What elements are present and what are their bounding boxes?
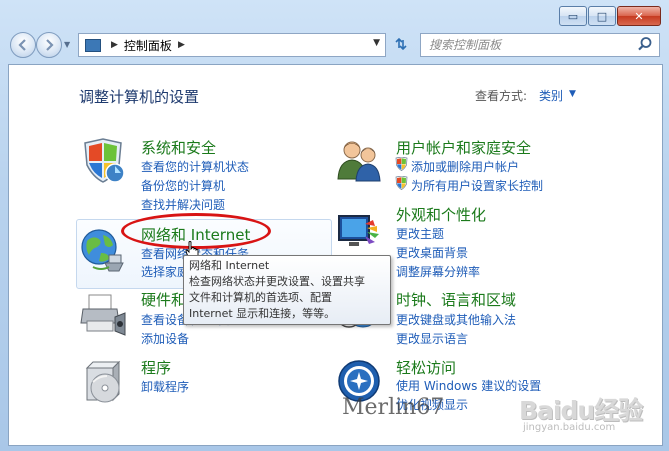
link-change-keyboard[interactable]: 更改键盘或其他输入法 bbox=[396, 311, 516, 328]
category-title-appearance[interactable]: 外观和个性化 bbox=[396, 204, 486, 225]
maximize-button[interactable]: □ bbox=[588, 6, 616, 26]
tooltip-line: 检查网络状态并更改设置、设置共享 bbox=[189, 275, 365, 288]
refresh-icon bbox=[395, 37, 407, 51]
minimize-button[interactable]: ▭ bbox=[559, 6, 587, 26]
search-icon[interactable] bbox=[637, 36, 653, 52]
refresh-button[interactable] bbox=[390, 34, 412, 54]
category-title-programs[interactable]: 程序 bbox=[141, 357, 171, 378]
monitor-palette-icon bbox=[338, 215, 379, 246]
programs-disc-icon bbox=[85, 360, 121, 403]
link-parental-controls[interactable]: 为所有用户设置家长控制 bbox=[411, 177, 543, 194]
link-change-theme[interactable]: 更改主题 bbox=[396, 225, 444, 242]
address-dropdown-icon[interactable]: ▼ bbox=[373, 38, 380, 48]
control-panel-window: ▭ □ ✕ ▼ ▶ 控制面板 ▶ ▼ 搜索控制面板 调整计算机的设置 查看方式:… bbox=[0, 0, 669, 451]
recent-pages-dropdown-icon[interactable]: ▼ bbox=[64, 40, 70, 49]
content-pane: 调整计算机的设置 查看方式: 类别 ▼ 系统和安全 查看您的计算机状态 备份您的… bbox=[8, 64, 663, 446]
caption-buttons: ▭ □ ✕ bbox=[559, 6, 661, 26]
arrow-right-icon bbox=[46, 39, 54, 51]
navigation-bar: ▼ ▶ 控制面板 ▶ ▼ bbox=[8, 30, 661, 58]
link-change-desktop-background[interactable]: 更改桌面背景 bbox=[396, 244, 468, 261]
forward-button[interactable] bbox=[36, 32, 62, 58]
chevron-down-icon[interactable]: ▼ bbox=[569, 89, 576, 99]
category-title-system-security[interactable]: 系统和安全 bbox=[141, 137, 216, 158]
uac-shield-icon bbox=[395, 175, 408, 193]
tooltip-line: 文件和计算机的首选项、配置 bbox=[189, 291, 332, 304]
maximize-icon: □ bbox=[596, 9, 608, 23]
close-icon: ✕ bbox=[634, 9, 644, 23]
link-change-display-language[interactable]: 更改显示语言 bbox=[396, 330, 468, 347]
category-title-clock-language-region[interactable]: 时钟、语言和区域 bbox=[396, 289, 516, 310]
link-view-computer-status[interactable]: 查看您的计算机状态 bbox=[141, 158, 249, 175]
baidu-url: jingyan.baidu.com bbox=[523, 422, 616, 433]
link-uninstall-program[interactable]: 卸载程序 bbox=[141, 378, 189, 395]
shield-icon bbox=[84, 138, 125, 183]
address-bar[interactable]: ▶ 控制面板 ▶ ▼ bbox=[78, 33, 386, 57]
tooltip-network-internet: 网络和 Internet 检查网络状态并更改设置、设置共享 文件和计算机的首选项… bbox=[183, 255, 391, 325]
uac-shield-icon bbox=[395, 156, 408, 174]
globe-network-icon bbox=[81, 229, 124, 272]
link-adjust-resolution[interactable]: 调整屏幕分辨率 bbox=[396, 263, 480, 280]
link-add-remove-users[interactable]: 添加或删除用户帐户 bbox=[411, 158, 519, 175]
category-title-user-accounts[interactable]: 用户帐户和家庭安全 bbox=[396, 137, 531, 158]
author-watermark: Merlin67 bbox=[342, 395, 445, 420]
minimize-icon: ▭ bbox=[567, 9, 579, 23]
search-input[interactable] bbox=[427, 37, 631, 53]
view-by-label: 查看方式: bbox=[475, 89, 528, 103]
control-panel-icon bbox=[85, 38, 101, 52]
category-title-ease-of-access[interactable]: 轻松访问 bbox=[396, 357, 456, 378]
printer-icon bbox=[80, 294, 126, 336]
search-box[interactable] bbox=[420, 33, 660, 57]
breadcrumb-control-panel[interactable]: 控制面板 bbox=[124, 37, 172, 54]
page-title: 调整计算机的设置 bbox=[79, 88, 200, 106]
breadcrumb-arrow-icon[interactable]: ▶ bbox=[111, 40, 118, 50]
link-backup-computer[interactable]: 备份您的计算机 bbox=[141, 177, 225, 194]
users-icon bbox=[337, 141, 381, 182]
breadcrumb-arrow-icon[interactable]: ▶ bbox=[178, 40, 185, 50]
link-troubleshoot[interactable]: 查找并解决问题 bbox=[141, 196, 225, 213]
tooltip-line: 网络和 Internet bbox=[189, 259, 270, 272]
arrow-left-icon bbox=[18, 39, 26, 51]
back-button[interactable] bbox=[10, 32, 36, 58]
view-by-dropdown[interactable]: 类别 bbox=[539, 87, 563, 104]
close-button[interactable]: ✕ bbox=[617, 6, 661, 26]
link-add-device[interactable]: 添加设备 bbox=[141, 330, 189, 347]
tooltip-line: Internet 显示和连接，等等。 bbox=[189, 307, 336, 320]
